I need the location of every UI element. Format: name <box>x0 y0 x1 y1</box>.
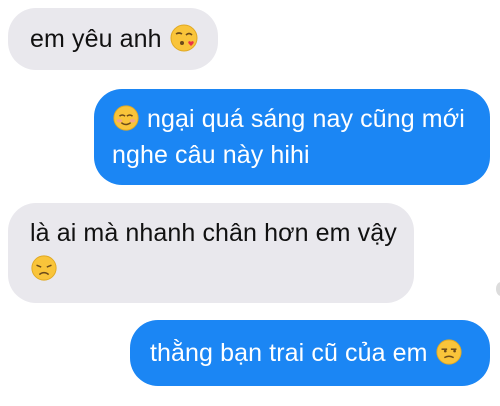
face-blowing-kiss-icon <box>169 23 199 53</box>
message-line <box>30 251 414 287</box>
incoming-message-bubble[interactable]: em yêu anh <box>8 8 218 70</box>
message-line: ngại quá sáng nay cũng mới <box>112 101 490 137</box>
chat-thread: em yêu anh ngại quá sáng nay cũng mới ng… <box>0 0 500 406</box>
message-text: ngại quá sáng nay cũng mới <box>147 105 465 133</box>
incoming-message-bubble[interactable]: là ai mà nhanh chân hơn em vậy <box>8 203 414 303</box>
unamused-face-icon <box>435 338 463 366</box>
message-text: em yêu anh <box>30 25 162 53</box>
smiling-face-icon <box>112 104 140 132</box>
outgoing-message-bubble[interactable]: thằng bạn trai cũ của em <box>130 320 490 386</box>
message-line: là ai mà nhanh chân hơn em vậy <box>30 219 397 247</box>
outgoing-message-bubble[interactable]: ngại quá sáng nay cũng mới nghe câu này … <box>94 89 490 185</box>
disappointed-face-icon <box>30 254 58 282</box>
scroll-edge-marker <box>496 282 500 296</box>
message-line: thằng bạn trai cũ của em <box>150 335 490 371</box>
message-text: thằng bạn trai cũ của em <box>150 339 428 367</box>
message-line: nghe câu này hihi <box>112 141 310 169</box>
message-line: em yêu anh <box>30 21 218 57</box>
